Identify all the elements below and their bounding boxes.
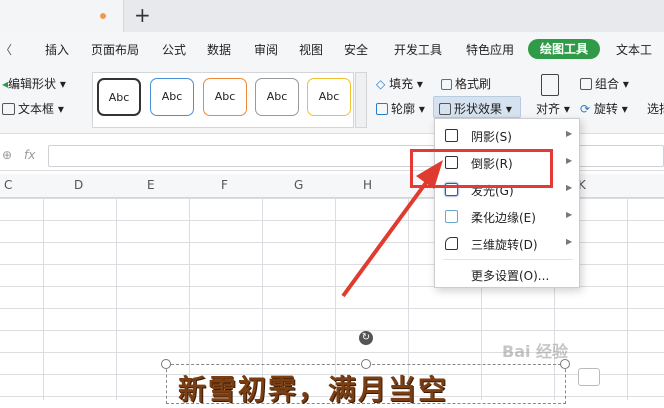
- annotation-arrow-head: [416, 160, 443, 189]
- annotation-arrow-shaft: [341, 178, 430, 298]
- annotation-arrow: [341, 160, 443, 298]
